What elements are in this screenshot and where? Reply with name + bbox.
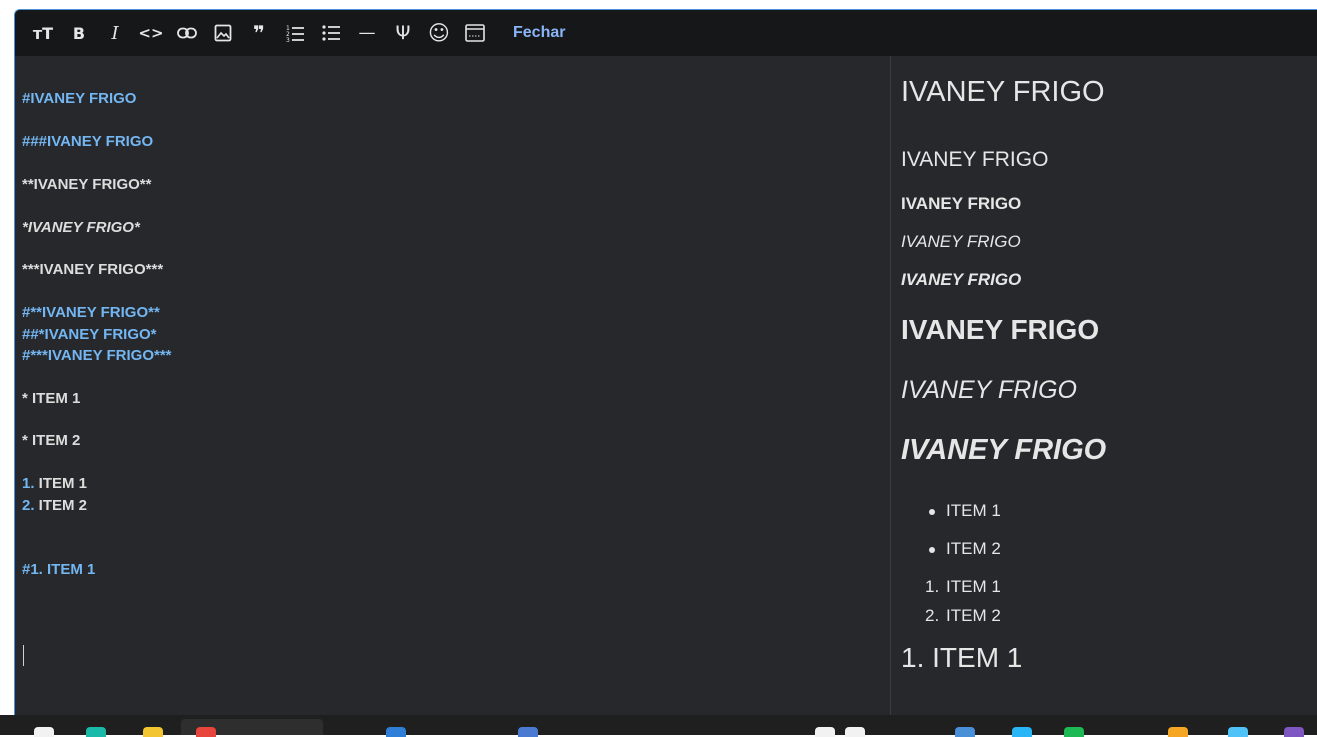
preview-h1-numbered: 1. ITEM 1 xyxy=(901,642,1023,673)
taskbar-app-icon[interactable] xyxy=(955,727,975,737)
editor-line: **IVANEY FRIGO** xyxy=(22,176,152,193)
taskbar-app-icon[interactable] xyxy=(143,727,163,737)
close-button[interactable]: Fechar xyxy=(513,24,565,42)
taskbar-app-icon[interactable] xyxy=(34,727,54,737)
markdown-source-pane[interactable]: #IVANEY FRIGO ###IVANEY FRIGO **IVANEY F… xyxy=(15,56,891,716)
text-caret xyxy=(23,645,24,666)
image-icon[interactable] xyxy=(205,18,241,48)
editor-line: * ITEM 2 xyxy=(22,432,81,449)
taskbar-app-icon[interactable] xyxy=(196,727,216,737)
heading-icon[interactable]: тT xyxy=(25,18,61,48)
unordered-list-icon[interactable] xyxy=(313,18,349,48)
link-icon[interactable] xyxy=(169,18,205,48)
list-text: ITEM 2 xyxy=(34,497,88,514)
taskbar-app-icon[interactable] xyxy=(518,727,538,737)
psi-icon[interactable]: Ψ xyxy=(385,18,421,48)
italic-icon[interactable]: I xyxy=(97,18,133,48)
editor-line: ##*IVANEY FRIGO* xyxy=(22,326,157,343)
editor-line: * ITEM 1 xyxy=(22,390,81,407)
preview-h1: IVANEY FRIGO xyxy=(901,76,1105,108)
preview-ordered-item: ITEM 2 xyxy=(946,606,1001,625)
taskbar-app-icon[interactable] xyxy=(1064,727,1084,737)
taskbar-app-icon[interactable] xyxy=(1228,727,1248,737)
preview-toggle-icon[interactable] xyxy=(457,18,493,48)
editor-line: 2. ITEM 2 xyxy=(22,497,87,514)
editor-toolbar: тT B I <> ❞ 123 — Ψ ☺ Fechar xyxy=(15,10,1317,56)
list-number: 1. xyxy=(22,475,35,492)
preview-ordered-number: 2. xyxy=(925,606,940,625)
preview-bold-italic: IVANEY FRIGO xyxy=(901,270,1022,289)
bullet-icon xyxy=(929,547,935,553)
taskbar-app-icon[interactable] xyxy=(845,727,865,737)
preview-h1-bold: IVANEY FRIGO xyxy=(901,314,1100,345)
ordered-list-icon[interactable]: 123 xyxy=(277,18,313,48)
bold-icon[interactable]: B xyxy=(61,18,97,48)
preview-ordered-number: 1. xyxy=(925,577,940,596)
taskbar-app-icon[interactable] xyxy=(1168,727,1188,737)
horizontal-rule-icon[interactable]: — xyxy=(349,18,385,48)
editor-line: 1. ITEM 1 xyxy=(22,475,87,492)
taskbar-app-icon[interactable] xyxy=(86,727,106,737)
list-text: ITEM 1 xyxy=(34,475,88,492)
editor-line: ###IVANEY FRIGO xyxy=(22,133,154,150)
preview-bullet-item: ITEM 2 xyxy=(946,539,1001,558)
editor-line: ***IVANEY FRIGO*** xyxy=(22,261,164,278)
preview-italic: IVANEY FRIGO xyxy=(901,232,1021,251)
list-number: 2. xyxy=(22,497,35,514)
bullet-icon xyxy=(929,509,935,515)
svg-text:3: 3 xyxy=(286,37,290,42)
emoji-icon[interactable]: ☺ xyxy=(421,18,457,48)
markdown-preview-pane: IVANEY FRIGO IVANEY FRIGO IVANEY FRIGO I… xyxy=(891,56,1317,716)
taskbar xyxy=(0,715,1317,737)
editor-line: #**IVANEY FRIGO** xyxy=(22,304,160,321)
preview-h2-italic: IVANEY FRIGO xyxy=(901,376,1077,404)
editor-line: #***IVANEY FRIGO*** xyxy=(22,347,172,364)
taskbar-app-icon[interactable] xyxy=(815,727,835,737)
preview-bold: IVANEY FRIGO xyxy=(901,194,1022,213)
markdown-editor-window: тT B I <> ❞ 123 — Ψ ☺ Fechar #IVANEY FRI… xyxy=(14,9,1317,716)
taskbar-app-icon[interactable] xyxy=(1284,727,1304,737)
preview-h3: IVANEY FRIGO xyxy=(901,148,1049,171)
editor-line: #IVANEY FRIGO xyxy=(22,90,137,107)
editor-line: #1. ITEM 1 xyxy=(22,561,96,578)
preview-h1-bold-italic: IVANEY FRIGO xyxy=(901,434,1107,466)
preview-bullet-item: ITEM 1 xyxy=(946,501,1001,520)
taskbar-app-icon[interactable] xyxy=(386,727,406,737)
editor-line: *IVANEY FRIGO* xyxy=(22,219,140,236)
taskbar-app-icon[interactable] xyxy=(1012,727,1032,737)
preview-ordered-item: ITEM 1 xyxy=(946,577,1001,596)
quote-icon[interactable]: ❞ xyxy=(241,18,277,48)
code-icon[interactable]: <> xyxy=(133,18,169,48)
